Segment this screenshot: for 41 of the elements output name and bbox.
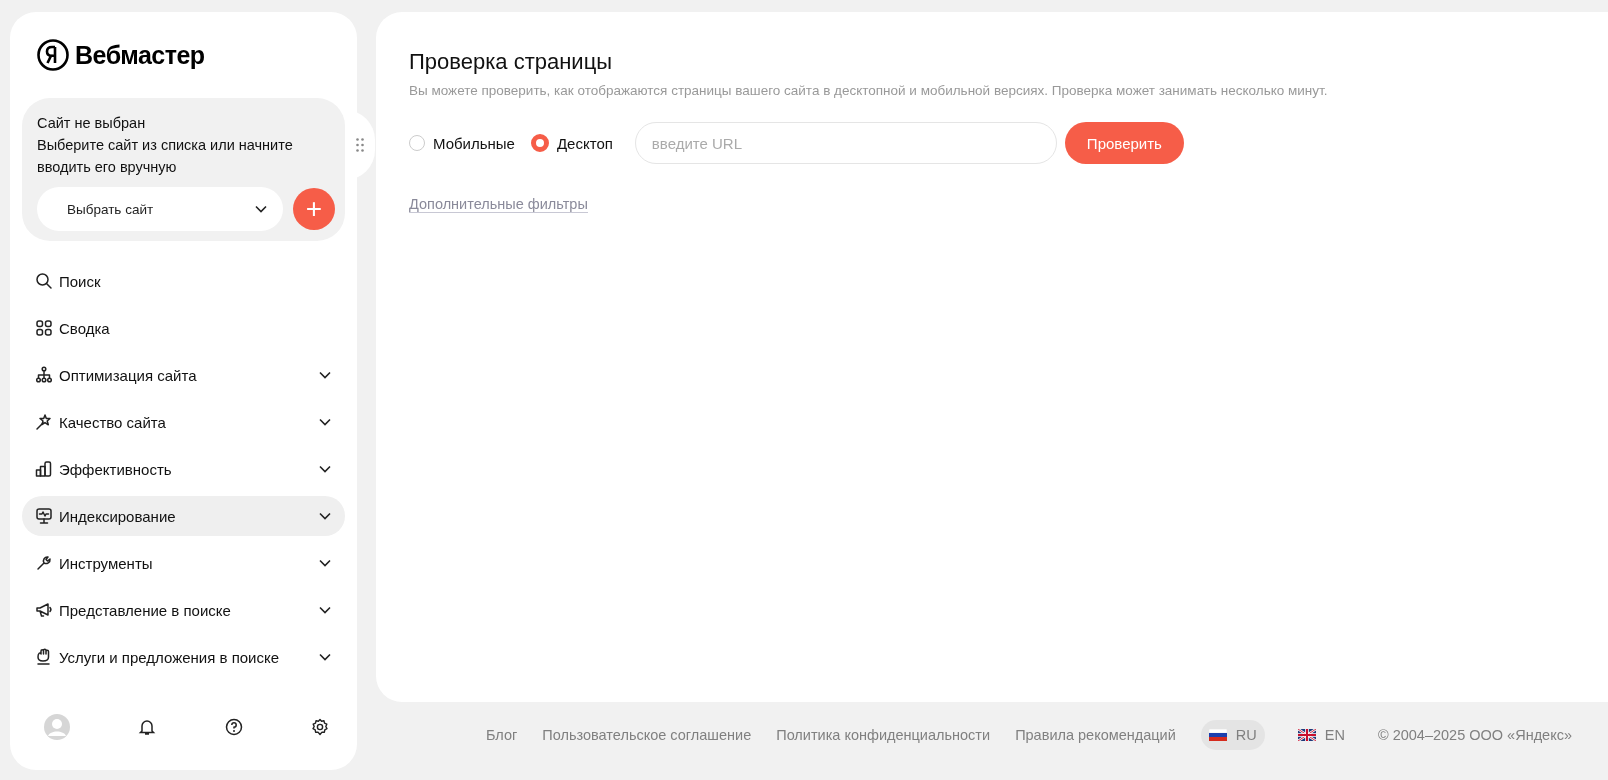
flag-icon [1297,729,1316,741]
nav-item[interactable]: Представление в поиске [22,590,345,630]
site-status-text: Сайт не выбран [37,114,147,133]
nav-item[interactable]: Поиск [22,261,345,301]
hand-icon [35,648,53,666]
nav-item[interactable]: Эффективность [22,449,345,489]
search-icon [35,272,53,290]
nav-item[interactable]: Сводка [22,308,345,348]
flag-icon [1208,729,1227,741]
wrench-icon [35,554,53,572]
monitor-icon [35,507,53,525]
page-title: Проверка страницы [409,49,614,75]
footer-link[interactable]: Блог [486,727,518,743]
footer-link[interactable]: Правила рекомендаций [1015,727,1176,743]
logo-text: Вебмастер [75,40,205,70]
bell-icon[interactable] [138,718,157,736]
help-icon[interactable] [224,718,243,736]
language-button[interactable]: EN [1289,720,1353,750]
megaphone-icon [35,601,53,619]
radio-option[interactable]: Десктоп [530,134,613,152]
site-hint-text: Выберите сайт из списка или начните вводить его вручную [37,136,294,177]
nav-item[interactable]: Оптимизация сайта [22,355,345,395]
footer-link[interactable]: Пользовательское соглашение [542,727,752,743]
copyright-text: © 2004–2025 ООО «Яндекс» [1377,727,1572,743]
settings-icon[interactable] [311,718,329,736]
hierarchy-icon [35,366,53,384]
logo-icon [37,39,69,71]
grid-icon [35,319,53,337]
url-field[interactable]: введите URL [634,122,1057,164]
footer-link[interactable]: Политика конфиденциальности [776,727,991,743]
radio-option[interactable]: Мобильные [409,134,515,152]
bar-chart-icon [35,460,53,478]
filters-link[interactable]: Дополнительные фильтры [409,196,588,213]
nav-item[interactable]: Качество сайта [22,402,345,442]
nav-item[interactable]: Услуги и предложения в поиске [22,637,345,677]
site-select[interactable]: Выбрать сайт [37,187,283,231]
magic-wand-icon [35,413,53,431]
chevron-icon [255,205,267,213]
page-description: Вы можете проверить, как отображаются страницы вашего сайта в десктопной и мобильной версиях. Проверка может занимать несколько минут. [409,83,1329,98]
nav-item[interactable]: Инструменты [22,543,345,583]
nav-item[interactable]: Индексирование [22,496,345,536]
